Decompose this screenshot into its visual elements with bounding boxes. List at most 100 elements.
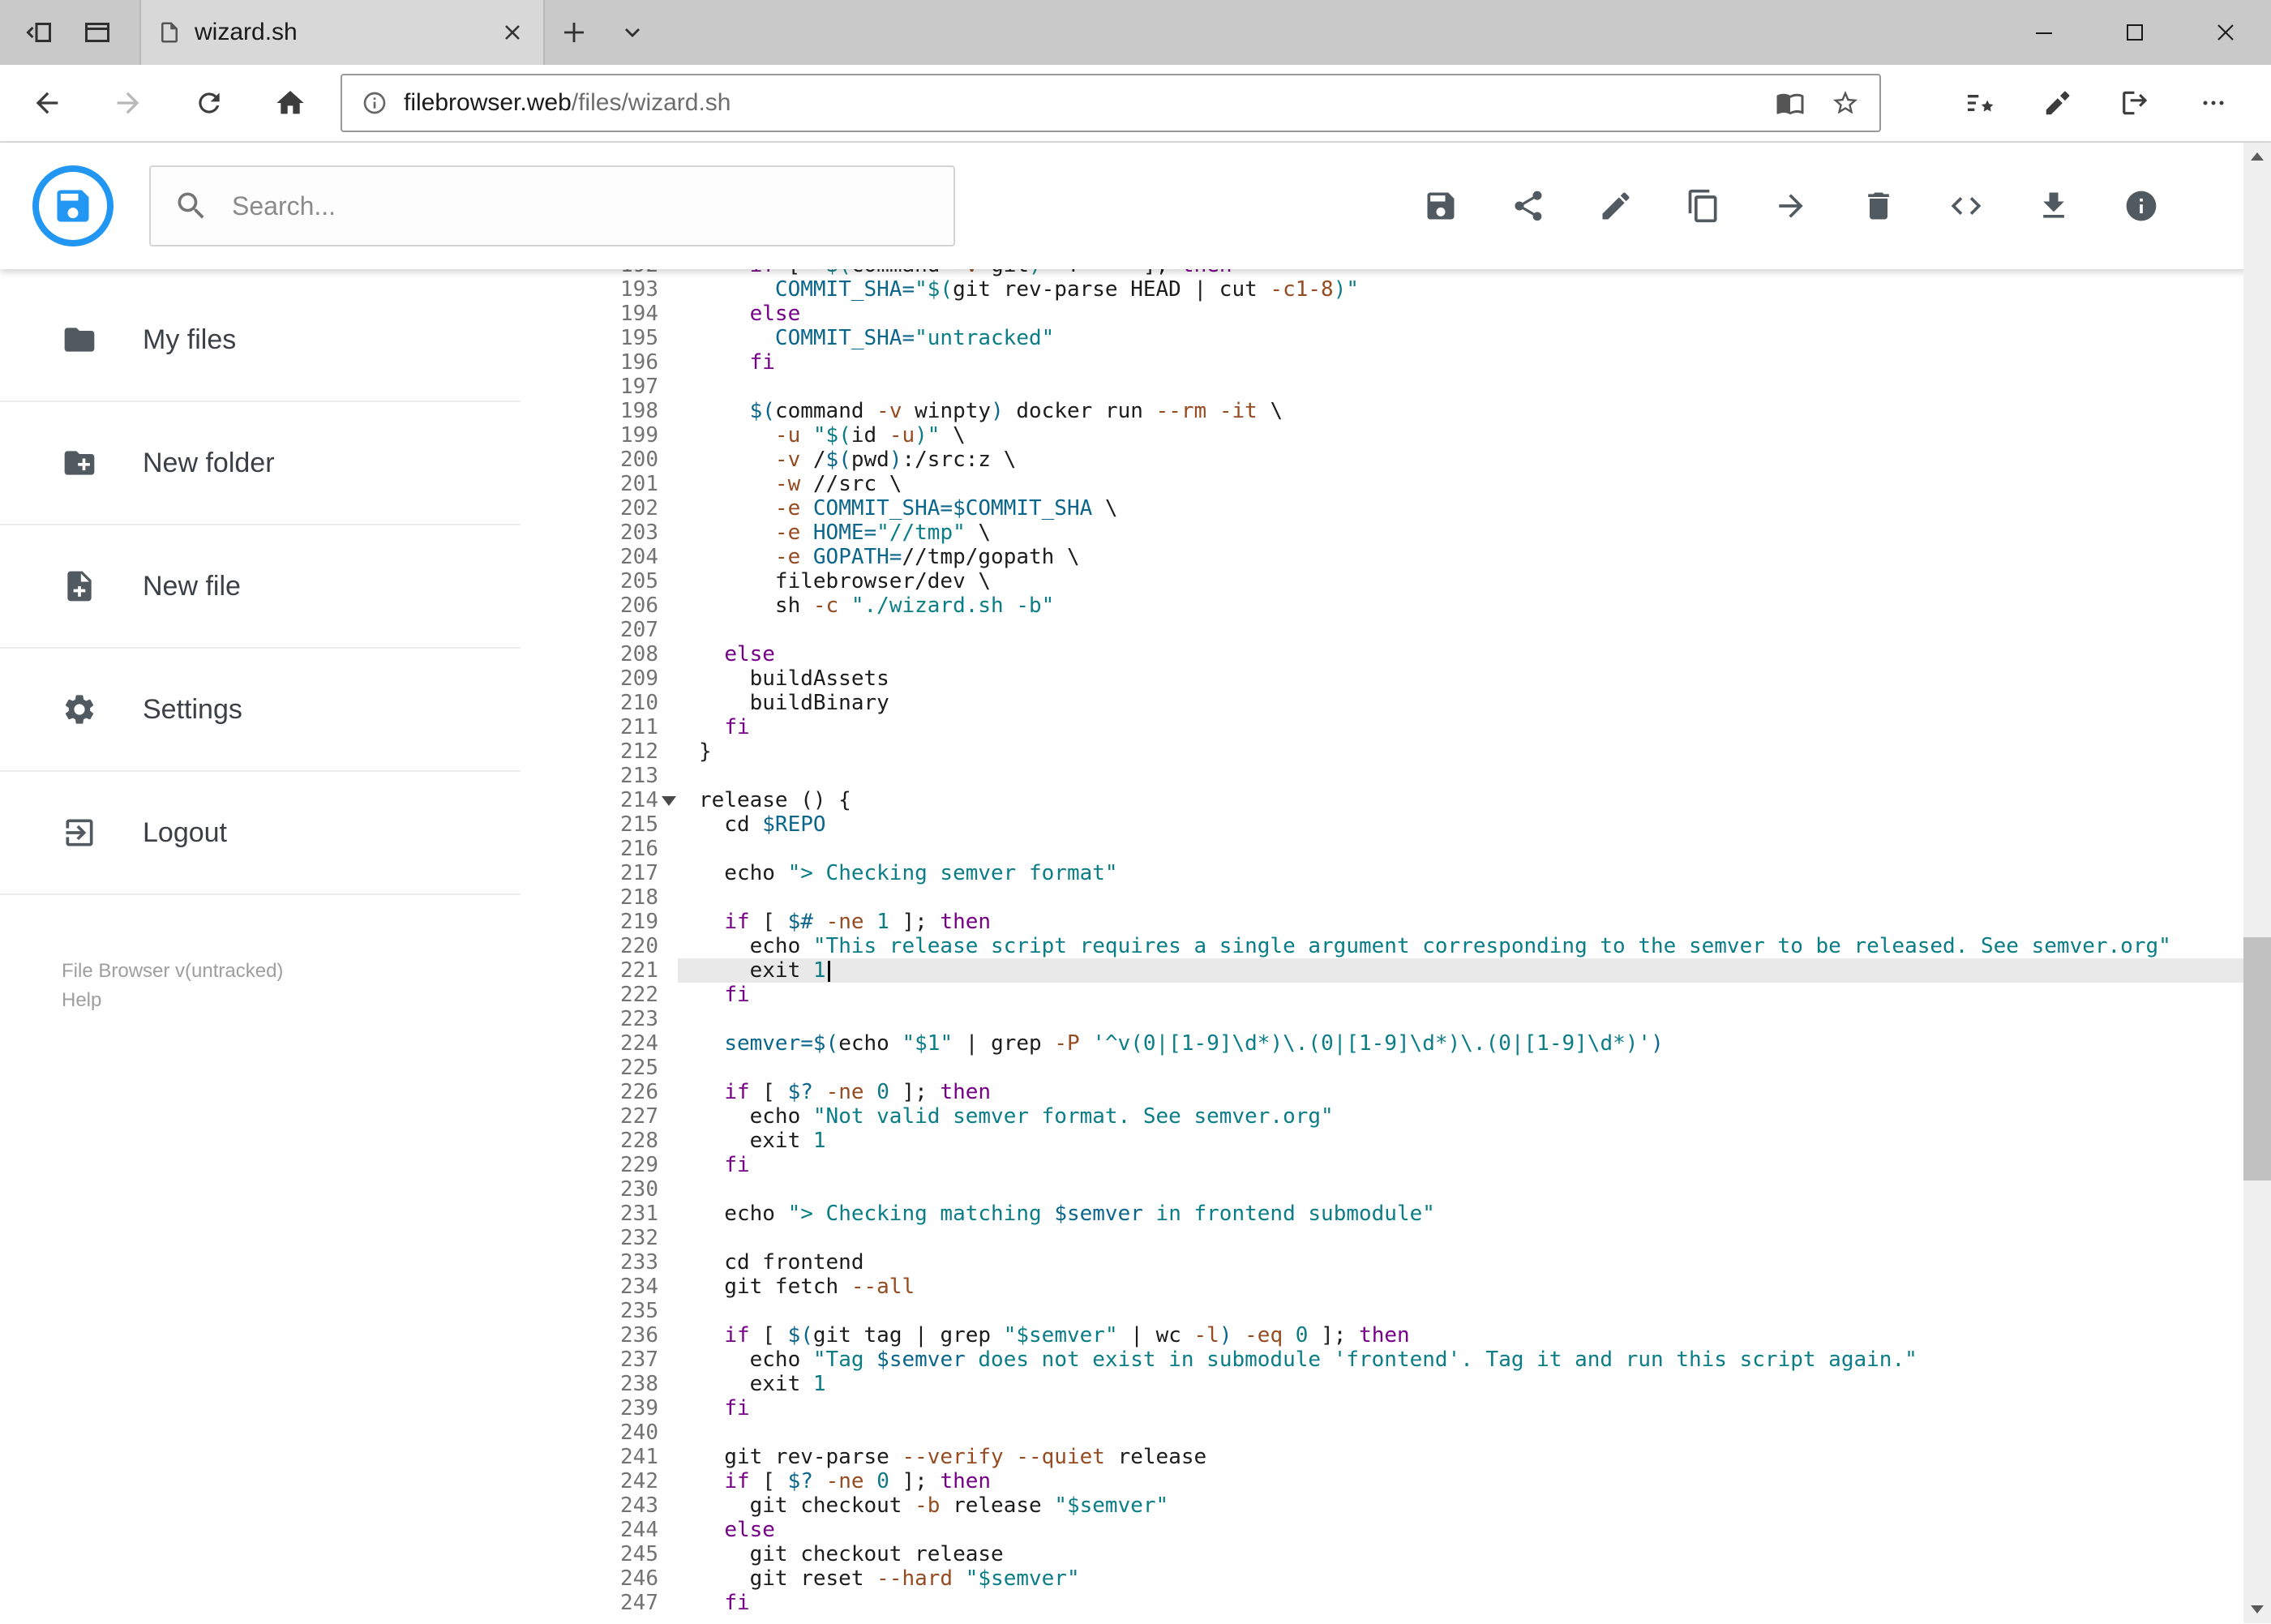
code-line-240[interactable]: 240 <box>521 1420 2271 1445</box>
code-editor[interactable]: 192 if [ "$(command -v git)" != "" ]; th… <box>521 269 2271 1623</box>
sidebar-item-my-files[interactable]: My files <box>0 279 521 402</box>
code-line-222[interactable]: 222 fi <box>521 983 2271 1007</box>
sidebar-item-settings[interactable]: Settings <box>0 649 521 772</box>
code-line-231[interactable]: 231 echo "> Checking matching $semver in… <box>521 1202 2271 1226</box>
copy-button[interactable] <box>1684 186 1723 225</box>
code-line-193[interactable]: 193 COMMIT_SHA="$(git rev-parse HEAD | c… <box>521 277 2271 302</box>
code-line-202[interactable]: 202 -e COMMIT_SHA=$COMMIT_SHA \ <box>521 496 2271 521</box>
code-line-216[interactable]: 216 <box>521 837 2271 861</box>
code-line-198[interactable]: 198 $(command -v winpty) docker run --rm… <box>521 399 2271 423</box>
scroll-thumb[interactable] <box>2243 937 2271 1181</box>
code-line-195[interactable]: 195 COMMIT_SHA="untracked" <box>521 326 2271 350</box>
refresh-icon[interactable] <box>169 65 250 141</box>
code-line-206[interactable]: 206 sh -c "./wizard.sh -b" <box>521 593 2271 618</box>
page-scrollbar[interactable] <box>2243 143 2271 1623</box>
tab-preview-chevron-icon[interactable] <box>603 0 662 65</box>
download-button[interactable] <box>2034 186 2073 225</box>
site-info-icon[interactable] <box>362 90 388 116</box>
code-line-239[interactable]: 239 fi <box>521 1396 2271 1420</box>
back-icon[interactable] <box>6 65 88 141</box>
code-line-218[interactable]: 218 <box>521 885 2271 910</box>
more-options-icon[interactable] <box>2196 85 2231 121</box>
code-line-247[interactable]: 247 fi <box>521 1591 2271 1615</box>
code-line-226[interactable]: 226 if [ $? -ne 0 ]; then <box>521 1080 2271 1104</box>
code-line-229[interactable]: 229 fi <box>521 1153 2271 1177</box>
info-button[interactable] <box>2122 186 2161 225</box>
minimize-button[interactable] <box>1999 0 2089 65</box>
sidebar-item-new-file[interactable]: New file <box>0 525 521 649</box>
code-line-228[interactable]: 228 exit 1 <box>521 1129 2271 1153</box>
code-line-215[interactable]: 215 cd $REPO <box>521 812 2271 837</box>
code-line-208[interactable]: 208 else <box>521 642 2271 666</box>
scroll-down-icon[interactable] <box>2243 1596 2271 1623</box>
sidebar-item-logout[interactable]: Logout <box>0 772 521 895</box>
code-line-232[interactable]: 232 <box>521 1226 2271 1250</box>
reading-view-icon[interactable] <box>1776 88 1805 118</box>
code-line-217[interactable]: 217 echo "> Checking semver format" <box>521 861 2271 885</box>
help-link[interactable]: Help <box>62 986 521 1015</box>
code-line-200[interactable]: 200 -v /$(pwd):/src:z \ <box>521 448 2271 472</box>
code-line-209[interactable]: 209 buildAssets <box>521 666 2271 691</box>
share-button[interactable] <box>1509 186 1548 225</box>
search-input[interactable] <box>232 191 931 221</box>
share-icon[interactable] <box>2118 85 2153 121</box>
save-button[interactable] <box>1421 186 1460 225</box>
edit-button[interactable] <box>1596 186 1635 225</box>
code-line-194[interactable]: 194 else <box>521 302 2271 326</box>
code-line-227[interactable]: 227 echo "Not valid semver format. See s… <box>521 1104 2271 1129</box>
code-line-211[interactable]: 211 fi <box>521 715 2271 739</box>
code-line-238[interactable]: 238 exit 1 <box>521 1372 2271 1396</box>
scroll-up-icon[interactable] <box>2243 143 2271 170</box>
maximize-button[interactable] <box>2089 0 2180 65</box>
fold-arrow-icon[interactable] <box>662 796 676 806</box>
sidebar-item-new-folder[interactable]: New folder <box>0 402 521 525</box>
tab-close-icon[interactable] <box>498 18 527 47</box>
code-line-244[interactable]: 244 else <box>521 1518 2271 1542</box>
code-line-210[interactable]: 210 buildBinary <box>521 691 2271 715</box>
code-line-196[interactable]: 196 fi <box>521 350 2271 375</box>
web-note-pen-icon[interactable] <box>2040 85 2076 121</box>
address-bar[interactable]: filebrowser.web/files/wizard.sh <box>341 74 1881 132</box>
code-line-234[interactable]: 234 git fetch --all <box>521 1275 2271 1299</box>
code-line-203[interactable]: 203 -e HOME="//tmp" \ <box>521 521 2271 545</box>
code-line-220[interactable]: 220 echo "This release script requires a… <box>521 934 2271 958</box>
browser-tab[interactable]: wizard.sh <box>139 0 545 65</box>
code-line-230[interactable]: 230 <box>521 1177 2271 1202</box>
code-line-245[interactable]: 245 git checkout release <box>521 1542 2271 1566</box>
code-line-197[interactable]: 197 <box>521 375 2271 399</box>
code-line-205[interactable]: 205 filebrowser/dev \ <box>521 569 2271 593</box>
move-button[interactable] <box>1772 186 1810 225</box>
code-line-223[interactable]: 223 <box>521 1007 2271 1031</box>
forward-icon[interactable] <box>88 65 169 141</box>
code-line-241[interactable]: 241 git rev-parse --verify --quiet relea… <box>521 1445 2271 1469</box>
code-line-213[interactable]: 213 <box>521 764 2271 788</box>
code-line-236[interactable]: 236 if [ $(git tag | grep "$semver" | wc… <box>521 1323 2271 1348</box>
hub-favorites-icon[interactable] <box>1962 85 1998 121</box>
code-line-212[interactable]: 212} <box>521 739 2271 764</box>
code-line-201[interactable]: 201 -w //src \ <box>521 472 2271 496</box>
close-window-button[interactable] <box>2180 0 2271 65</box>
code-line-225[interactable]: 225 <box>521 1056 2271 1080</box>
code-line-235[interactable]: 235 <box>521 1299 2271 1323</box>
tab-preview-panel-icon[interactable] <box>68 0 126 65</box>
code-line-243[interactable]: 243 git checkout -b release "$semver" <box>521 1493 2271 1518</box>
code-line-204[interactable]: 204 -e GOPATH=//tmp/gopath \ <box>521 545 2271 569</box>
new-tab-button[interactable] <box>545 0 603 65</box>
code-button[interactable] <box>1947 186 1986 225</box>
code-line-192[interactable]: 192 if [ "$(command -v git)" != "" ]; th… <box>521 269 2271 277</box>
code-line-246[interactable]: 246 git reset --hard "$semver" <box>521 1566 2271 1591</box>
code-line-214[interactable]: 214 release () { <box>521 788 2271 812</box>
url-text[interactable]: filebrowser.web/files/wizard.sh <box>404 89 731 117</box>
search-box[interactable] <box>149 165 955 246</box>
code-line-207[interactable]: 207 <box>521 618 2271 642</box>
code-line-237[interactable]: 237 echo "Tag $semver does not exist in … <box>521 1348 2271 1372</box>
code-line-242[interactable]: 242 if [ $? -ne 0 ]; then <box>521 1469 2271 1493</box>
favorite-star-icon[interactable] <box>1831 88 1860 118</box>
code-line-219[interactable]: 219 if [ $# -ne 1 ]; then <box>521 910 2271 934</box>
code-line-221[interactable]: 221 exit 1 <box>521 958 2271 983</box>
home-icon[interactable] <box>250 65 331 141</box>
tabs-set-aside-icon[interactable] <box>10 0 68 65</box>
delete-button[interactable] <box>1859 186 1898 225</box>
code-line-233[interactable]: 233 cd frontend <box>521 1250 2271 1275</box>
code-line-224[interactable]: 224 semver=$(echo "$1" | grep -P '^v(0|[… <box>521 1031 2271 1056</box>
